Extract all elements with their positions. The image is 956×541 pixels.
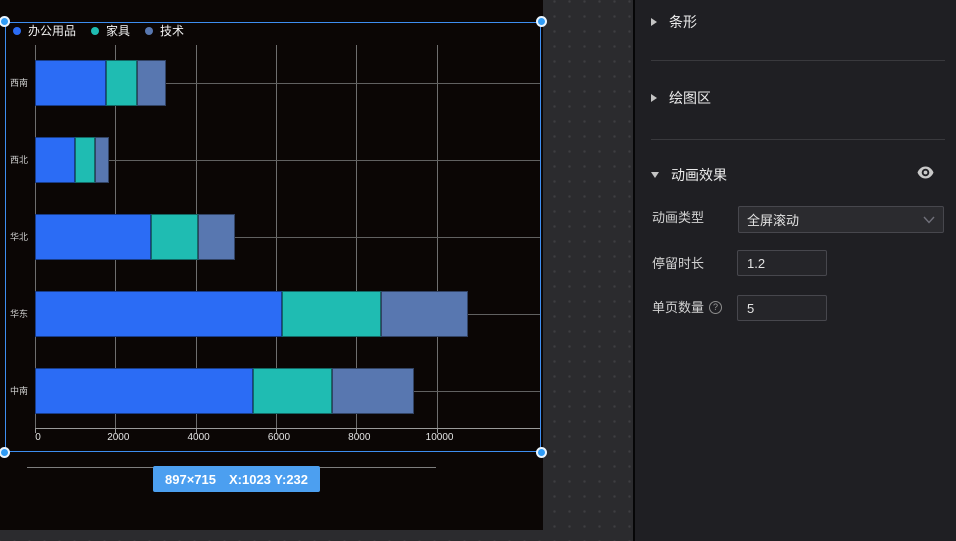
stay-duration-label: 停留时长 [652,256,704,271]
size-position-tooltip: 897×715 X:1023 Y:232 [153,466,320,492]
resize-handle-top-right[interactable] [536,16,547,27]
bar-segment[interactable] [198,214,235,260]
x-axis-tick-label: 0 [35,432,41,444]
divider [651,60,945,61]
eye-icon[interactable] [915,162,935,182]
expand-arrow-icon [651,172,659,178]
bar-row [35,368,414,414]
bar-row [35,214,235,260]
help-icon[interactable]: ? [709,301,722,314]
chart-canvas[interactable]: 办公用品 家具 技术 西南西北华北华东中南 0 2000 4000 6000 8000 100… [0,0,543,530]
x-axis-tick-label: 6000 [268,432,290,444]
resize-handle-bottom-right[interactable] [536,447,547,458]
section-title: 动画效果 [671,165,727,185]
divider [651,139,945,140]
bar-segment[interactable] [35,368,253,414]
legend-label: 技术 [160,24,184,38]
bar-segment[interactable] [381,291,468,337]
bar-segment[interactable] [106,60,137,106]
y-axis-category-label: 中南 [0,386,28,397]
x-axis-tick-label: 8000 [348,432,370,444]
stay-duration-input[interactable] [737,250,827,276]
chart-legend: 办公用品 家具 技术 [13,24,184,38]
legend-label: 家具 [106,24,130,38]
legend-label: 办公用品 [28,24,76,38]
bar-segment[interactable] [253,368,333,414]
y-axis-category-label: 西南 [0,78,28,89]
plot-area [35,45,541,429]
bar-row [35,291,468,337]
legend-item[interactable]: 技术 [145,24,184,38]
section-animation[interactable]: 动画效果 [651,164,943,186]
bar-segment[interactable] [35,291,282,337]
x-axis-tick-label: 4000 [188,432,210,444]
bar-row [35,60,166,106]
bar-segment[interactable] [332,368,414,414]
chevron-down-icon [923,216,935,224]
bar-segment[interactable] [137,60,166,106]
animation-type-select[interactable]: 全屏滚动 [738,206,944,233]
section-bar[interactable]: 条形 [651,11,943,33]
x-axis-tick-label: 2000 [107,432,129,444]
collapse-arrow-icon [651,18,657,26]
gridline-horizontal [35,160,541,161]
page-count-label-text: 单页数量 [652,300,704,315]
section-title: 绘图区 [669,88,711,108]
resize-handle-bottom-left[interactable] [0,447,10,458]
legend-item[interactable]: 办公用品 [13,24,76,38]
y-axis-category-label: 华北 [0,232,28,243]
page-count-input[interactable] [737,295,827,321]
tooltip-coords: X:1023 Y:232 [229,472,308,487]
tooltip-size: 897×715 [165,472,216,487]
bar-segment[interactable] [282,291,381,337]
legend-item[interactable]: 家具 [91,24,130,38]
section-plot-area[interactable]: 绘图区 [651,87,943,109]
legend-dot-icon [13,27,21,35]
bar-segment[interactable] [35,214,151,260]
x-axis-tick-label: 10000 [426,432,454,444]
legend-dot-icon [91,27,99,35]
bar-segment[interactable] [35,137,75,183]
app-root: 办公用品 家具 技术 西南西北华北华东中南 0 2000 4000 6000 8000 100… [0,0,956,541]
legend-dot-icon [145,27,153,35]
y-axis-category-label: 华东 [0,309,28,320]
bar-segment[interactable] [75,137,95,183]
animation-type-value: 全屏滚动 [747,210,923,229]
animation-type-label: 动画类型 [652,210,704,225]
collapse-arrow-icon [651,94,657,102]
page-count-label: 单页数量 ? [652,300,722,315]
resize-handle-top-left[interactable] [0,16,10,27]
bar-row [35,137,109,183]
y-axis-category-label: 西北 [0,155,28,166]
bar-segment[interactable] [35,60,106,106]
bar-segment[interactable] [95,137,109,183]
bar-segment[interactable] [151,214,198,260]
design-workspace[interactable]: 办公用品 家具 技术 西南西北华北华东中南 0 2000 4000 6000 8000 100… [0,0,633,541]
properties-panel: 条形 绘图区 动画效果 动画类型 全屏滚动 停留 [633,0,956,541]
section-title: 条形 [669,12,697,32]
